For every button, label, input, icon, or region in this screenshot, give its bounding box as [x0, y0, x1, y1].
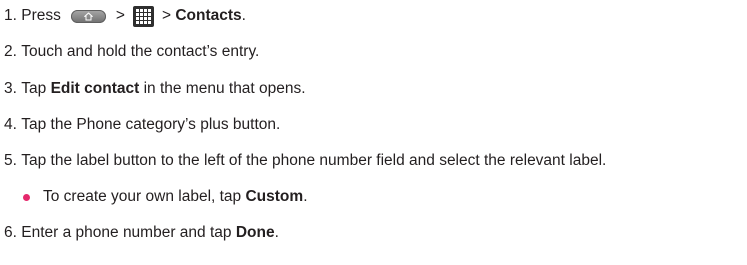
- sub-bullet: To create your own label, tap Custom .: [23, 187, 308, 207]
- step-text: Press: [21, 7, 61, 24]
- period: .: [303, 188, 308, 205]
- step-number: 6.: [4, 224, 17, 241]
- done-label: Done: [235, 224, 275, 241]
- period: .: [274, 224, 279, 241]
- step-text: Enter a phone number and tap: [21, 224, 232, 241]
- step-number: 5.: [4, 152, 17, 169]
- instructions-document: 1. Press > > Contacts . 2. Touch and hol…: [0, 0, 747, 265]
- step-6: 6. Enter a phone number and tap Done .: [4, 223, 279, 243]
- step-text: Tap the Phone category’s plus button.: [21, 116, 281, 133]
- step-text: Tap the label button to the left of the …: [21, 152, 607, 169]
- step-3: 3. Tap Edit contact in the menu that ope…: [4, 79, 306, 99]
- step-4: 4. Tap the Phone category’s plus button.: [4, 115, 280, 135]
- step-number: 2.: [4, 43, 17, 60]
- step-number: 1.: [4, 7, 17, 24]
- step-text: Tap: [21, 80, 47, 97]
- bullet-text: To create your own label, tap: [43, 188, 242, 205]
- step-number: 4.: [4, 116, 17, 133]
- home-key-icon: [70, 9, 106, 23]
- bullet-icon: [23, 193, 30, 201]
- step-text: in the menu that opens.: [143, 80, 306, 97]
- edit-contact-label: Edit contact: [50, 80, 140, 97]
- custom-label: Custom: [245, 188, 304, 205]
- step-number: 3.: [4, 80, 17, 97]
- step-text: Touch and hold the contact’s entry.: [21, 43, 260, 60]
- apps-grid-icon: [132, 5, 154, 27]
- step-1: 1. Press > > Contacts .: [4, 5, 246, 27]
- separator: >: [115, 7, 125, 24]
- separator: >: [161, 7, 171, 24]
- period: .: [241, 7, 246, 24]
- step-5: 5. Tap the label button to the left of t…: [4, 151, 606, 171]
- step-2: 2. Touch and hold the contact’s entry.: [4, 42, 259, 62]
- contacts-label: Contacts: [175, 7, 242, 24]
